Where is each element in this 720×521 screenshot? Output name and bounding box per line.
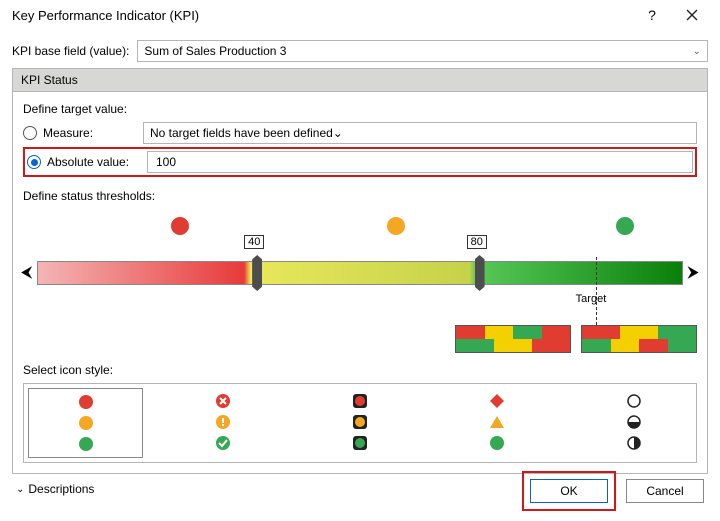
base-field-select[interactable]: Sum of Sales Production 3 ⌄ <box>137 40 708 62</box>
absolute-label: Absolute value: <box>47 155 147 169</box>
absolute-radio[interactable] <box>27 155 41 169</box>
icon-style-symbols[interactable] <box>165 388 280 458</box>
measure-select[interactable]: No target fields have been defined ⌄ <box>143 122 697 144</box>
close-button[interactable] <box>672 0 712 30</box>
amber-square-icon <box>351 413 369 431</box>
amber-dot-icon <box>77 414 95 432</box>
direction-option-2[interactable] <box>581 325 697 353</box>
kpi-status-header: KPI Status <box>12 68 708 91</box>
status-dot-red <box>171 217 189 235</box>
chevron-down-icon: ⌄ <box>693 46 701 57</box>
threshold-handle-high[interactable]: 80 <box>475 255 485 291</box>
cancel-button[interactable]: Cancel <box>626 479 704 503</box>
measure-row: Measure: No target fields have been defi… <box>23 122 697 144</box>
threshold-bar <box>37 261 683 285</box>
descriptions-label: Descriptions <box>28 482 94 496</box>
absolute-value-field[interactable] <box>154 154 686 170</box>
expand-icon: ⌄ <box>16 484 24 495</box>
amber-bang-icon <box>214 413 232 431</box>
kpi-dialog: Key Performance Indicator (KPI) ? KPI ba… <box>0 0 720 521</box>
pie-row1-icon <box>626 392 644 410</box>
green-dot-icon <box>488 434 506 452</box>
red-diamond-icon <box>488 392 506 410</box>
ok-button[interactable]: OK <box>530 479 608 503</box>
green-square-icon <box>351 434 369 452</box>
icon-style-shapes[interactable] <box>440 388 555 458</box>
icon-style-dots[interactable] <box>28 388 143 458</box>
arrow-left-icon[interactable]: ⮜ <box>21 261 32 285</box>
icon-style-grid <box>23 383 697 463</box>
green-check-icon <box>214 434 232 452</box>
chevron-down-icon: ⌄ <box>333 126 343 140</box>
base-field-value: Sum of Sales Production 3 <box>144 44 286 58</box>
ok-highlight: OK <box>522 471 616 511</box>
green-dot-icon <box>77 435 95 453</box>
thresholds-label: Define status thresholds: <box>23 189 697 203</box>
arrow-right-icon[interactable]: ⮞ <box>687 261 699 285</box>
direction-option-1[interactable] <box>455 325 571 353</box>
base-field-row: KPI base field (value): Sum of Sales Pro… <box>12 40 708 62</box>
threshold-slider[interactable]: ⮜ 40 80 Target ⮞ <box>23 251 697 307</box>
dialog-footer: OK Cancel <box>522 471 704 511</box>
close-icon <box>686 9 698 21</box>
measure-label: Measure: <box>43 126 143 140</box>
amber-triangle-icon <box>488 413 506 431</box>
pie-row3-icon <box>626 434 644 452</box>
status-dot-amber <box>387 217 405 235</box>
grip-icon <box>475 255 485 291</box>
dialog-title: Key Performance Indicator (KPI) <box>8 8 632 23</box>
red-dot-icon <box>77 393 95 411</box>
pie-row2-icon <box>626 413 644 431</box>
define-target-label: Define target value: <box>23 102 697 116</box>
help-button[interactable]: ? <box>632 0 672 30</box>
threshold-low-value: 40 <box>244 235 264 249</box>
measure-radio[interactable] <box>23 126 37 140</box>
absolute-value-highlight: Absolute value: <box>23 147 697 177</box>
threshold-high-value: 80 <box>467 235 487 249</box>
threshold-handle-low[interactable]: 40 <box>252 255 262 291</box>
red-x-icon <box>214 392 232 410</box>
titlebar: Key Performance Indicator (KPI) ? <box>0 0 720 30</box>
icon-style-pies[interactable] <box>577 388 692 458</box>
measure-value: No target fields have been defined <box>150 126 333 140</box>
threshold-direction-options <box>23 325 697 353</box>
status-dot-green <box>616 217 634 235</box>
icon-style-label: Select icon style: <box>23 363 697 377</box>
grip-icon <box>252 255 262 291</box>
target-line <box>596 257 597 325</box>
red-square-icon <box>351 392 369 410</box>
absolute-value-input[interactable] <box>147 151 693 173</box>
icon-style-squares[interactable] <box>303 388 418 458</box>
target-label: Target <box>576 293 607 305</box>
status-dots <box>23 217 697 241</box>
base-field-label: KPI base field (value): <box>12 44 129 58</box>
kpi-status-body: Define target value: Measure: No target … <box>12 91 708 474</box>
